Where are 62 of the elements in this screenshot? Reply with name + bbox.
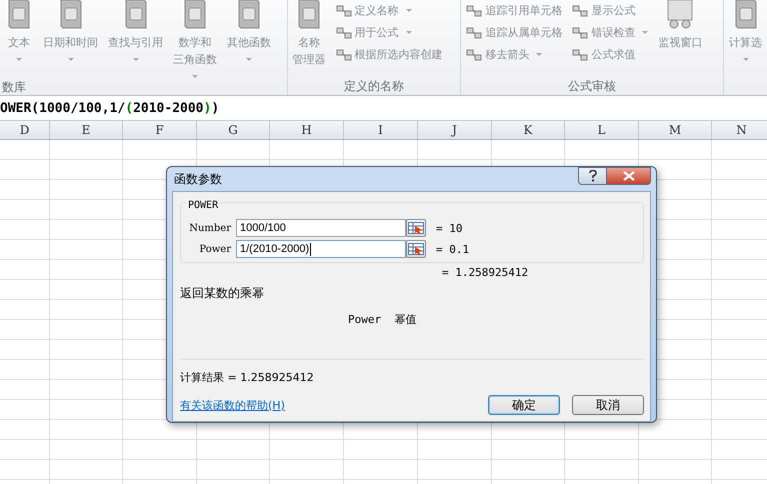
tool-icon: [336, 4, 352, 18]
ribbon-small-button[interactable]: 根据所选内容创建: [332, 45, 446, 64]
ribbon-button[interactable]: 日期和时间: [40, 0, 101, 61]
tool-icon: [572, 48, 588, 62]
ribbon-button[interactable]: 数学和 三角函数: [170, 0, 220, 78]
ribbon-button[interactable]: 监视窗口: [655, 0, 706, 51]
ribbon-button[interactable]: 查找与引用: [105, 0, 166, 61]
dialog-title: 函数参数: [173, 171, 222, 188]
ribbon-button[interactable]: 其他函数: [224, 0, 274, 61]
argument-label: Power: [198, 244, 231, 254]
close-button[interactable]: [607, 167, 651, 185]
column-header[interactable]: G: [197, 121, 270, 139]
group-label: 数库: [1, 79, 27, 96]
help-link[interactable]: 有关该函数的帮助(H): [180, 398, 285, 412]
ribbon-small-button[interactable]: 显示公式: [569, 1, 652, 20]
tool-icon: [572, 26, 588, 40]
argument-label: Number: [188, 222, 231, 234]
group-label: 定义的名称: [342, 78, 405, 95]
formula-text[interactable]: OWER(1000/100,1/(2010-2000)): [0, 100, 220, 116]
tool-icon: [572, 4, 588, 18]
help-button[interactable]: [578, 167, 607, 185]
range-select-button[interactable]: [406, 240, 426, 258]
tool-icon: [336, 48, 352, 62]
column-header[interactable]: I: [344, 121, 418, 139]
argument-result: = 0.1: [436, 242, 470, 256]
column-header[interactable]: L: [565, 121, 639, 139]
ribbon-small-button[interactable]: 移去箭头: [463, 45, 566, 64]
column-header[interactable]: J: [418, 121, 492, 139]
argument-description: Power 幂值: [348, 312, 418, 327]
function-description: 返回某数的乘幂: [180, 285, 265, 302]
range-select-button[interactable]: [406, 219, 426, 237]
cancel-button[interactable]: 取消: [572, 395, 644, 415]
argument-field[interactable]: 1/(2010-2000): [236, 240, 406, 258]
ribbon-small-button[interactable]: 追踪从属单元格: [463, 23, 566, 42]
formula-result: = 1.258925412: [442, 266, 530, 279]
tool-icon: [336, 26, 352, 40]
tool-icon: [466, 4, 482, 18]
close-icon: [622, 171, 634, 181]
ok-button[interactable]: 确定: [488, 395, 560, 415]
ribbon-small-button[interactable]: 公式求值: [569, 45, 652, 64]
calculation-result: 计算结果 = 1.258925412: [180, 370, 315, 385]
column-header[interactable]: H: [270, 121, 344, 139]
column-header[interactable]: E: [50, 121, 123, 139]
tool-icon: [466, 26, 482, 40]
help-icon: [588, 170, 598, 182]
ribbon-small-button[interactable]: 追踪引用单元格: [463, 1, 566, 20]
tool-icon: [466, 48, 482, 62]
argument-result: = 10: [436, 222, 462, 234]
column-header[interactable]: M: [639, 121, 712, 139]
ribbon-small-button[interactable]: 定义名称: [332, 1, 446, 20]
ribbon-button[interactable]: 名称 管理器: [290, 0, 329, 68]
ribbon-button[interactable]: 计算选: [726, 0, 766, 61]
ribbon-button[interactable]: 文本: [2, 0, 36, 61]
column-header[interactable]: K: [492, 121, 565, 139]
function-name: POWER: [186, 200, 220, 211]
argument-field[interactable]: 1000/100: [236, 219, 406, 237]
group-label: 公式审核: [567, 78, 618, 95]
column-header[interactable]: F: [123, 121, 197, 139]
column-header[interactable]: D: [0, 121, 50, 139]
column-header[interactable]: N: [712, 121, 767, 139]
ribbon-small-button[interactable]: 用于公式: [332, 23, 446, 42]
ribbon-small-button[interactable]: 错误检查: [569, 23, 652, 42]
